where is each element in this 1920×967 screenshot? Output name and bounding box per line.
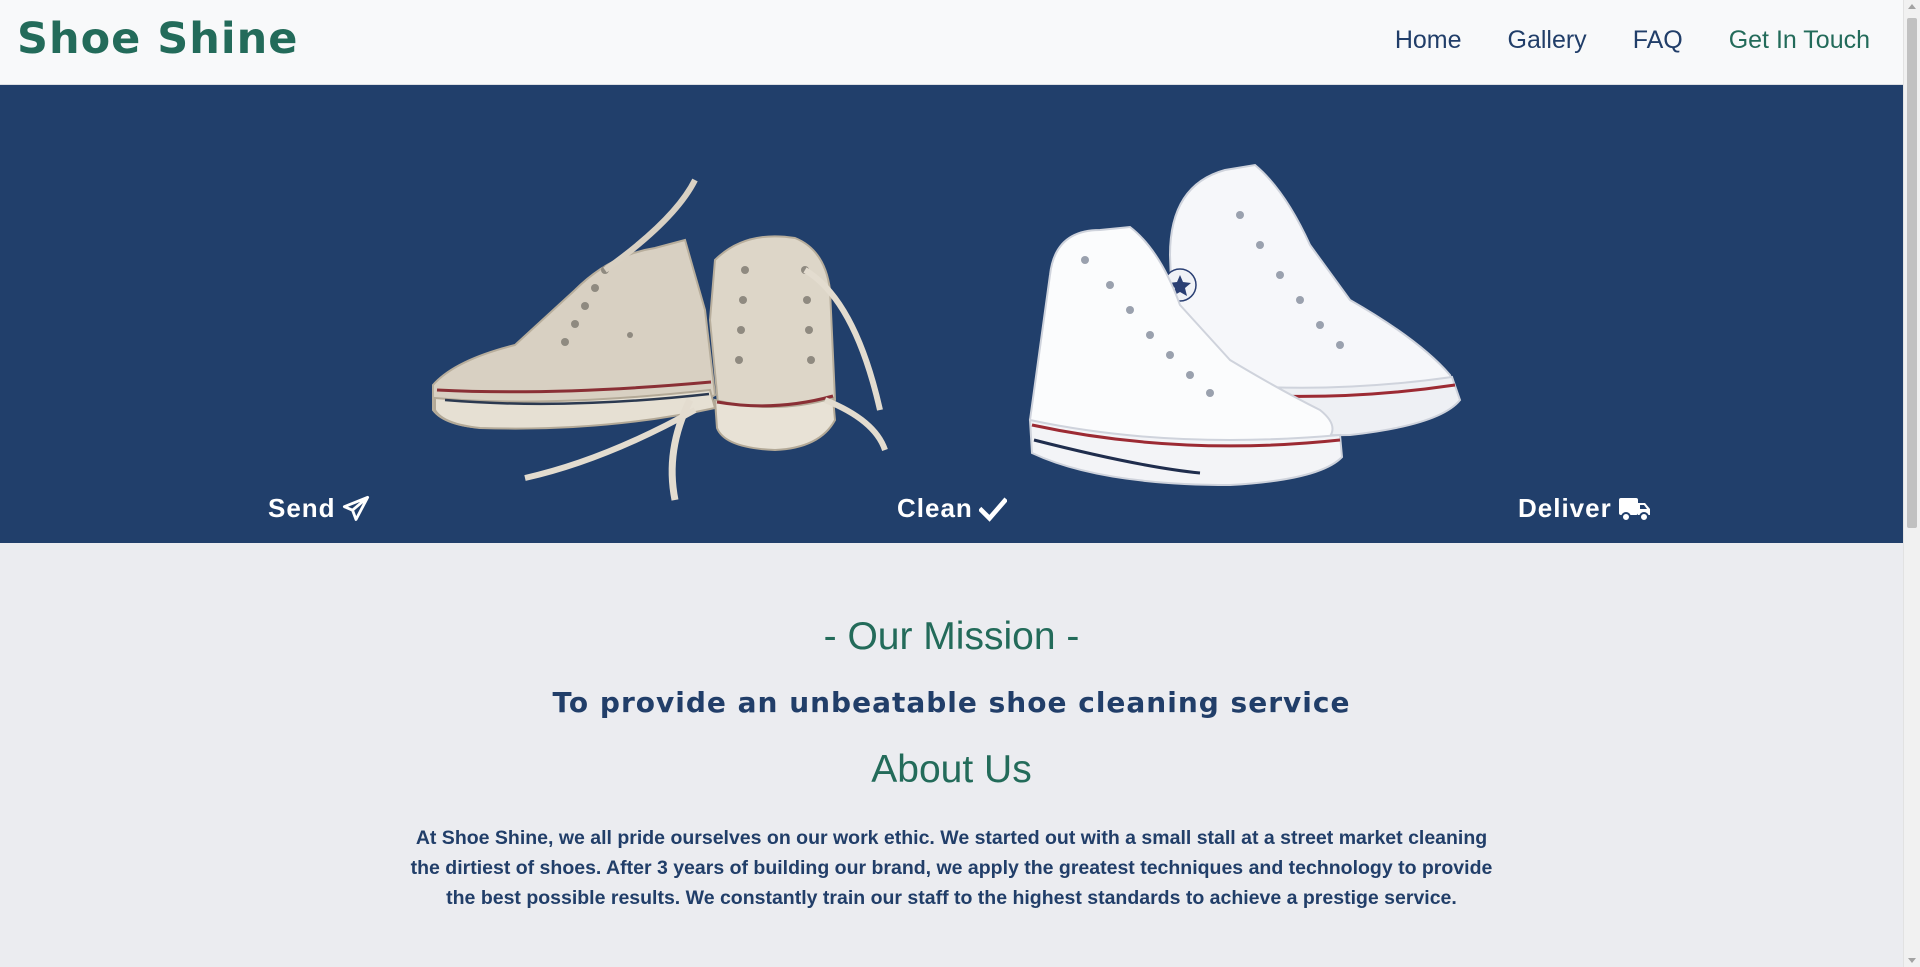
brand-logo[interactable]: Shoe Shine (17, 14, 298, 64)
about-heading: About Us (871, 748, 1032, 791)
paper-plane-icon (342, 495, 369, 521)
scroll-down-arrow-icon[interactable] (1908, 958, 1916, 963)
scroll-thumb[interactable] (1907, 18, 1917, 528)
check-icon (978, 497, 1007, 522)
nav-home[interactable]: Home (1395, 26, 1462, 55)
nav-get-in-touch[interactable]: Get In Touch (1729, 26, 1870, 55)
mission-statement: To provide an unbeatable shoe cleaning s… (552, 686, 1351, 719)
step-clean-label: Clean (897, 493, 973, 523)
hero-banner: Send Clean Deliver (0, 85, 1903, 543)
scroll-up-arrow-icon[interactable] (1908, 4, 1916, 9)
mission-heading: - Our Mission - (823, 615, 1080, 658)
step-deliver: Deliver (1518, 493, 1652, 524)
step-send: Send (268, 493, 370, 524)
step-clean: Clean (897, 493, 1007, 524)
truck-icon (1618, 497, 1650, 522)
dirty-sneakers-image (432, 178, 888, 501)
nav-faq[interactable]: FAQ (1633, 26, 1683, 55)
page-scrollbar[interactable] (1903, 0, 1920, 967)
page: Shoe Shine Home Gallery FAQ Get In Touch (0, 0, 1903, 967)
step-send-label: Send (268, 493, 336, 523)
process-steps: Send Clean Deliver (0, 493, 1903, 533)
site-header: Shoe Shine Home Gallery FAQ Get In Touch (0, 0, 1903, 85)
nav-gallery[interactable]: Gallery (1508, 26, 1587, 55)
about-paragraph: At Shoe Shine, we all pride ourselves on… (410, 827, 1493, 909)
main-nav: Home Gallery FAQ Get In Touch (1395, 26, 1870, 55)
clean-sneakers-image (1028, 163, 1462, 487)
step-deliver-label: Deliver (1518, 493, 1612, 523)
